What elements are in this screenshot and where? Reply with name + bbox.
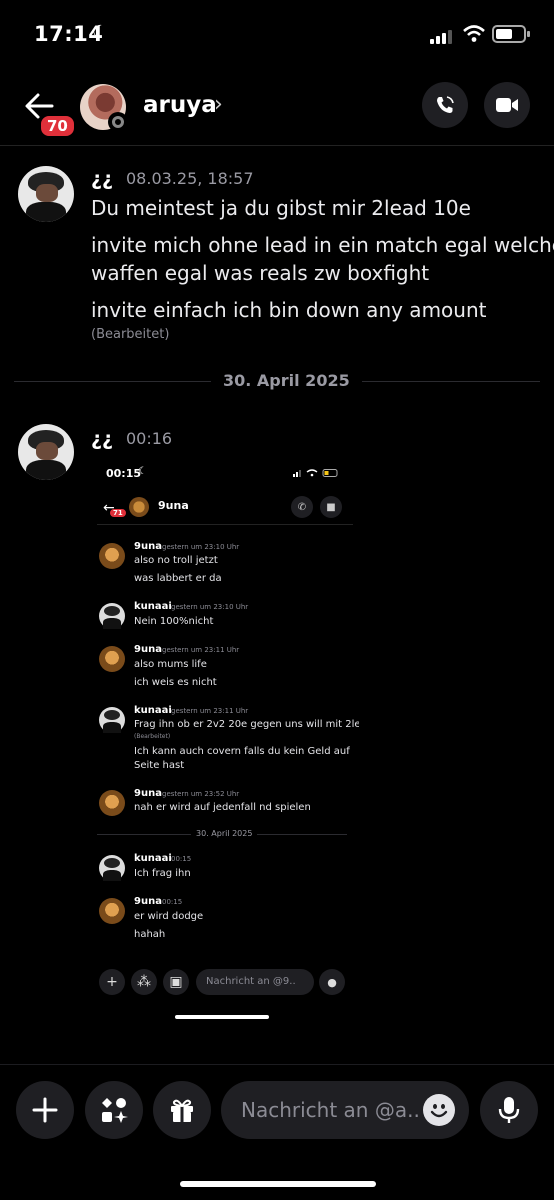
avatar <box>99 646 125 672</box>
signal-icon <box>430 28 456 44</box>
microphone-icon: ● <box>319 969 345 995</box>
edited-label: (Bearbeitet) <box>91 327 170 342</box>
screenshot-status-time: 00:15 <box>106 467 142 480</box>
message-timestamp: gestern um 23:11 Uhr <box>162 646 240 654</box>
message-text: also mums life <box>134 659 207 670</box>
avatar <box>99 898 125 924</box>
message-text: Seite hast <box>134 760 185 771</box>
message-input[interactable]: Nachricht an @a.. <box>221 1081 469 1139</box>
apps-icon <box>102 1098 128 1123</box>
home-indicator <box>180 1181 376 1187</box>
home-indicator <box>175 1015 269 1019</box>
plus-icon <box>32 1097 58 1123</box>
message-timestamp: 00:15 <box>171 855 192 863</box>
input-placeholder: Nachricht an @9.. <box>206 976 296 987</box>
status-bar: 17:14 ☾ <box>0 0 554 72</box>
message-timestamp: gestern um 23:10 Uhr <box>162 543 240 551</box>
avatar[interactable] <box>18 424 74 480</box>
gift-icon: ▣ <box>163 969 189 995</box>
avatar <box>99 707 125 733</box>
message-timestamp: 00:15 <box>162 898 183 906</box>
plus-icon: + <box>99 969 125 995</box>
contact-name[interactable]: aruya <box>143 92 217 118</box>
message-author: kunaai <box>134 601 172 612</box>
battery-icon <box>492 25 530 43</box>
message-input: Nachricht an @9.. <box>196 969 314 995</box>
message-author[interactable]: ¿¿ <box>91 168 113 190</box>
message-text: Nein 100%nicht <box>134 616 214 627</box>
message-author[interactable]: ¿¿ <box>91 428 113 450</box>
message-author: 9una <box>134 644 162 655</box>
message-author: 9una <box>134 788 162 799</box>
message-text: ich weis es nicht <box>134 677 217 688</box>
avatar <box>129 497 149 517</box>
call-button[interactable] <box>422 82 468 128</box>
wifi-icon <box>463 25 485 42</box>
avatar <box>99 855 125 881</box>
message-author: kunaai <box>134 705 172 716</box>
phone-icon: ✆ <box>291 496 313 518</box>
message-author: 9una <box>134 541 162 552</box>
message-text: Ich kann auch covern falls du kein Geld … <box>134 746 350 757</box>
message-text: Ich frag ihn <box>134 868 191 879</box>
message-timestamp: 00:16 <box>126 429 173 448</box>
gift-button[interactable] <box>153 1081 211 1139</box>
status-indicator <box>108 112 128 132</box>
unread-badge: 71 <box>110 509 126 517</box>
edited-label: (Bearbeitet) <box>134 733 171 740</box>
voice-message-button[interactable] <box>480 1081 538 1139</box>
message-timestamp: gestern um 23:10 Uhr <box>171 603 249 611</box>
moon-icon: ☾ <box>92 22 109 43</box>
avatar <box>99 790 125 816</box>
input-placeholder: Nachricht an @a.. <box>241 1098 420 1122</box>
message-author: kunaai <box>134 853 172 864</box>
composer-bar: Nachricht an @a.. <box>0 1064 554 1200</box>
add-button[interactable] <box>16 1081 74 1139</box>
message-text: invite mich ohne lead in ein match egal … <box>91 233 554 257</box>
video-call-button[interactable] <box>484 82 530 128</box>
phone-icon <box>437 96 454 113</box>
avatar[interactable] <box>18 166 74 222</box>
apps-icon: ⁂ <box>131 969 157 995</box>
gift-icon <box>171 1099 193 1122</box>
moon-icon: ☾ <box>138 466 147 477</box>
video-camera-icon <box>496 98 518 112</box>
signal-icon <box>293 469 338 477</box>
message-text: hahah <box>134 929 166 940</box>
microphone-icon <box>498 1097 520 1123</box>
attached-screenshot[interactable]: 00:15 ☾ ← 71 9una ✆ ■ 9una gestern um 23… <box>91 457 359 1025</box>
apps-button[interactable] <box>85 1081 143 1139</box>
chat-header: 70 aruya › <box>0 72 554 146</box>
avatar <box>99 543 125 569</box>
message-author: 9una <box>134 896 162 907</box>
video-camera-icon: ■ <box>320 496 342 518</box>
message-text: waffen egal was reals zw boxfight <box>91 261 430 285</box>
contact-name: 9una <box>158 499 189 512</box>
avatar <box>99 603 125 629</box>
message-timestamp: 08.03.25, 18:57 <box>126 169 254 188</box>
message-text: Frag ihn ob er 2v2 20e gegen uns will mi… <box>134 719 359 730</box>
message-text: invite einfach ich bin down any amount <box>91 298 487 322</box>
unread-badge: 70 <box>38 113 77 139</box>
message-text: nah er wird auf jedenfall nd spielen <box>134 802 311 813</box>
chevron-right-icon[interactable]: › <box>214 92 223 117</box>
emoji-icon[interactable] <box>423 1094 455 1126</box>
date-divider: 30. April 2025 <box>211 371 362 390</box>
message-text: also no troll jetzt <box>134 555 218 566</box>
message-timestamp: gestern um 23:11 Uhr <box>171 707 249 715</box>
message-text: er wird dodge <box>134 911 204 922</box>
message-timestamp: gestern um 23:52 Uhr <box>162 790 240 798</box>
message-text: Du meintest ja du gibst mir 2lead 10e <box>91 196 471 220</box>
message-text: was labbert er da <box>134 573 222 584</box>
date-divider: 30. April 2025 <box>191 829 258 838</box>
